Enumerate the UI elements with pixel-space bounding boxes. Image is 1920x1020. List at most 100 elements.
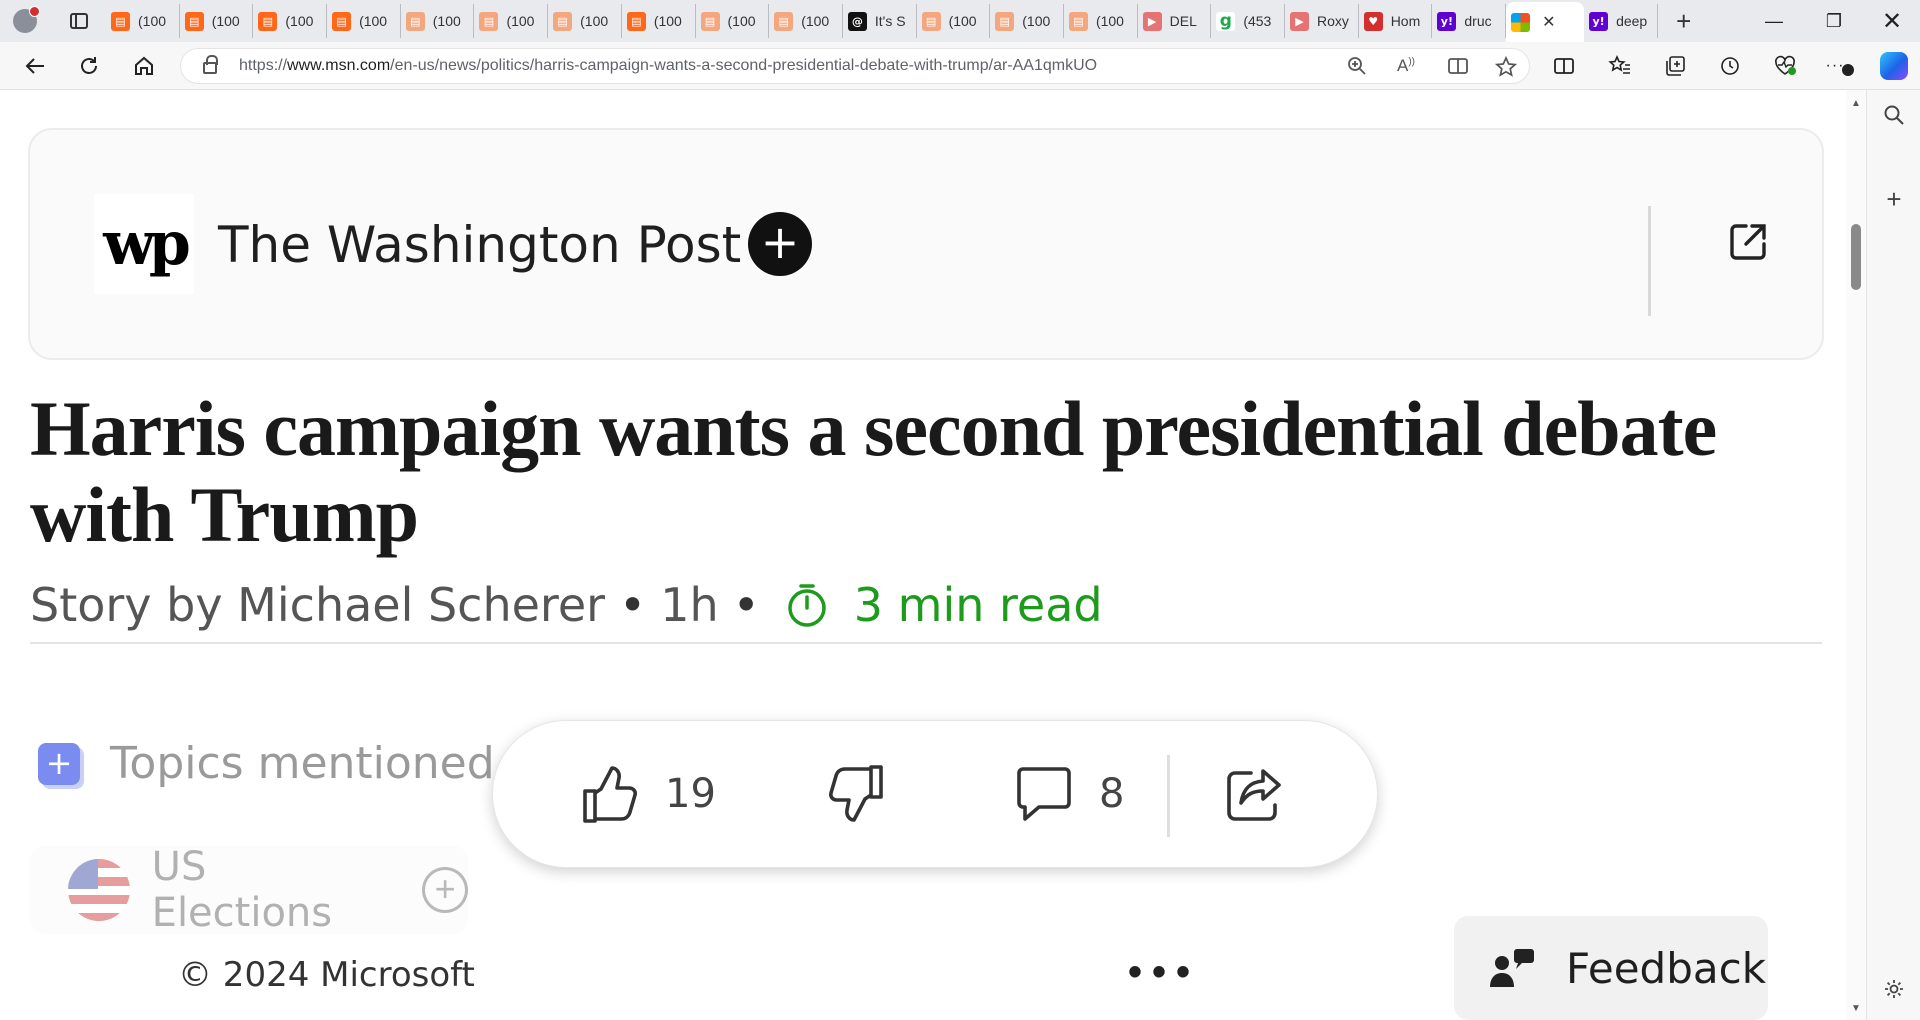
- search-icon: [1884, 105, 1904, 125]
- publisher-card: wp The Washington Post +: [28, 128, 1824, 360]
- minimize-button[interactable]: —: [1744, 0, 1804, 42]
- page-scrollbar[interactable]: ▲ ▼: [1846, 90, 1866, 1020]
- more-options-button[interactable]: •••: [1128, 950, 1200, 995]
- browser-tab[interactable]: @ It's S: [843, 4, 917, 38]
- favorites-button[interactable]: [1600, 50, 1640, 82]
- settings-more-button[interactable]: ···: [1820, 50, 1860, 82]
- tab-actions-icon: [70, 13, 88, 29]
- browser-tab[interactable]: ▤ (100: [106, 4, 180, 38]
- profile-button[interactable]: [6, 4, 44, 38]
- substack-icon: ▤: [1068, 11, 1088, 31]
- scroll-down-arrow-icon[interactable]: ▼: [1851, 1003, 1861, 1014]
- like-button[interactable]: 19: [577, 761, 716, 827]
- close-window-button[interactable]: ✕: [1862, 0, 1920, 42]
- favorite-star-icon[interactable]: [1494, 55, 1518, 83]
- refresh-button[interactable]: [62, 46, 116, 86]
- sidebar-add-button[interactable]: +: [1867, 184, 1920, 215]
- browser-tab[interactable]: ▤ (100: [253, 4, 328, 38]
- tab-title: deep: [1616, 13, 1648, 29]
- notification-badge-icon: [1842, 64, 1855, 76]
- new-tab-button[interactable]: +: [1664, 6, 1704, 37]
- open-in-new-window-button[interactable]: [1726, 220, 1770, 264]
- scroll-up-arrow-icon[interactable]: ▲: [1851, 98, 1861, 109]
- browser-tab[interactable]: ♥ Hom: [1359, 4, 1433, 38]
- browser-tab[interactable]: ▤ (100: [401, 4, 475, 38]
- tab-title: (100: [1022, 13, 1051, 29]
- browser-tab[interactable]: y! deep: [1584, 4, 1658, 38]
- browser-tab[interactable]: ▤ (100: [474, 4, 549, 38]
- browser-tab[interactable]: g (453: [1211, 4, 1285, 38]
- browser-tab[interactable]: y! druc: [1432, 4, 1507, 38]
- share-button[interactable]: [1221, 761, 1287, 827]
- comments-button[interactable]: 8: [1011, 761, 1124, 827]
- substack-icon: ▤: [405, 11, 425, 31]
- browser-tab[interactable]: ▤ (100: [622, 4, 696, 38]
- collections-icon: [1666, 56, 1685, 76]
- edge-sidebar: +: [1866, 90, 1920, 1020]
- publisher-name[interactable]: The Washington Post: [218, 216, 741, 274]
- browser-tab[interactable]: ▤ (100: [769, 4, 843, 38]
- browser-essentials-button[interactable]: [1765, 50, 1805, 82]
- history-button[interactable]: [1710, 50, 1750, 82]
- url-text[interactable]: https://www.msn.com/en-us/news/politics/…: [239, 57, 1097, 75]
- substack-icon: ▤: [553, 11, 573, 31]
- close-tab-icon[interactable]: ✕: [1542, 12, 1555, 32]
- tab-title: (453: [1243, 13, 1272, 29]
- tab-strip: ▤ (100 ▤ (100 ▤ (100 ▤ (100 ▤ (100 ▤ (100 ▤ (100 ▤ (100…: [0, 0, 1920, 42]
- refresh-icon: [81, 56, 97, 74]
- comment-count: 8: [1099, 771, 1125, 817]
- restore-button[interactable]: ❐: [1804, 0, 1864, 42]
- browser-tab[interactable]: ▤ (100: [696, 4, 770, 38]
- sidebar-search-button[interactable]: [1867, 104, 1920, 132]
- split-screen-button[interactable]: [1544, 50, 1584, 82]
- tab-actions-button[interactable]: [60, 4, 98, 38]
- topic-chip-label: US Elections: [151, 844, 333, 936]
- scrollbar-thumb[interactable]: [1851, 224, 1861, 290]
- site-info-lock-icon[interactable]: [203, 55, 218, 74]
- substack-icon: ▤: [332, 11, 352, 31]
- heart-pulse-icon: [1775, 55, 1796, 75]
- browser-tab[interactable]: ▤ (100: [180, 4, 254, 38]
- profile-avatar-icon: [13, 6, 40, 33]
- feedback-person-icon: [1490, 947, 1538, 989]
- washington-post-logo[interactable]: wp: [94, 194, 194, 294]
- author-credit[interactable]: Story by Michael Scherer: [30, 578, 605, 632]
- substack-icon: ▤: [995, 11, 1015, 31]
- tab-title: It's S: [874, 13, 906, 29]
- topic-chip-us-elections[interactable]: US Elections +: [30, 844, 468, 936]
- address-bar[interactable]: https://www.msn.com/en-us/news/politics/…: [180, 48, 1530, 84]
- browser-tab[interactable]: ▤ (100: [1064, 4, 1138, 38]
- copilot-icon[interactable]: [1880, 52, 1908, 80]
- browser-tab[interactable]: ▶ DEL: [1138, 4, 1212, 38]
- browser-tab[interactable]: ▤ (100: [548, 4, 622, 38]
- feedback-button[interactable]: Feedback: [1454, 916, 1768, 1020]
- follow-topic-button[interactable]: +: [422, 867, 468, 913]
- browser-tab[interactable]: ▤ (100: [917, 4, 991, 38]
- browser-tab[interactable]: ▤ (100: [327, 4, 401, 38]
- read-aloud-icon[interactable]: A)): [1397, 56, 1415, 76]
- tab-title: (100: [580, 13, 609, 29]
- substack-icon: ▤: [479, 11, 499, 31]
- zoom-icon[interactable]: [1347, 56, 1367, 81]
- browser-tab[interactable]: ▶ Roxy: [1285, 4, 1359, 38]
- sidebar-settings-button[interactable]: [1867, 978, 1920, 1006]
- article-page: wp The Washington Post + Harris campaign…: [0, 90, 1846, 1020]
- browser-tab[interactable]: ▤ (100: [990, 4, 1064, 38]
- tab-title: (100: [138, 13, 167, 29]
- read-time-label: 3 min read: [853, 578, 1103, 632]
- collections-button[interactable]: [1655, 50, 1695, 82]
- tab-active[interactable]: ✕: [1506, 2, 1585, 42]
- back-arrow-icon: [25, 57, 44, 74]
- tab-title: (100: [801, 13, 830, 29]
- back-button[interactable]: [8, 46, 62, 86]
- home-button[interactable]: [117, 46, 171, 86]
- youtube-icon: ▶: [1290, 11, 1309, 31]
- gear-icon: [1885, 980, 1903, 998]
- threads-icon: @: [847, 11, 867, 31]
- immersive-reader-icon[interactable]: [1447, 56, 1469, 81]
- dislike-button[interactable]: [823, 761, 889, 827]
- follow-publisher-button[interactable]: +: [748, 212, 812, 276]
- tab-title: (100: [727, 13, 756, 29]
- copyright-notice: © 2024 Microsoft: [178, 955, 475, 995]
- topics-add-icon: +: [38, 742, 80, 785]
